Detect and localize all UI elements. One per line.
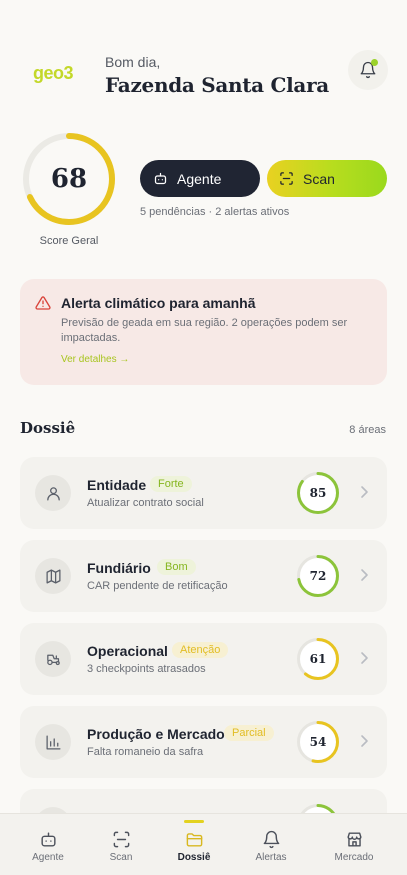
nav-label: Scan: [109, 852, 133, 863]
alert-details-link[interactable]: Ver detalhes →: [61, 354, 129, 365]
notification-dot: [371, 59, 378, 66]
dossie-card-subtitle: CAR pendente de retificação: [87, 580, 228, 592]
store-icon: [346, 831, 362, 847]
greeting: Bom dia,: [105, 54, 161, 70]
nav-item-agente[interactable]: Agente: [18, 814, 78, 875]
map-icon: [45, 568, 61, 584]
nav-item-mercado[interactable]: Mercado: [324, 814, 384, 875]
nav-label: Dossiê: [177, 852, 211, 863]
dossie-card-subtitle: 3 checkpoints atrasados: [87, 663, 206, 675]
notifications-button[interactable]: [348, 50, 388, 90]
nav-icon-wrap: [112, 829, 131, 849]
dossie-card-icon-wrap: [35, 724, 71, 760]
bar-chart-icon: [45, 734, 61, 750]
scan-button-label: Scan: [303, 170, 335, 187]
alert-body: Previsão de geada em sua região. 2 opera…: [61, 317, 348, 344]
dossie-card-icon-wrap: [35, 641, 71, 677]
tractor-icon: [46, 654, 60, 665]
robot-icon: [40, 831, 56, 847]
dossie-card-subtitle: Atualizar contrato social: [87, 497, 204, 509]
nav-label: Mercado: [334, 852, 374, 863]
header: geo3 Bom dia, Fazenda Santa Clara: [0, 0, 407, 120]
bell-icon: [263, 830, 279, 848]
nav-item-dossi[interactable]: Dossiê: [164, 814, 224, 875]
robot-icon: [154, 172, 167, 185]
warning-icon: [35, 296, 51, 310]
folder-icon: [186, 832, 202, 847]
status-badge: Bom: [157, 559, 196, 575]
logo-text: geo3: [33, 63, 74, 83]
nav-icon-wrap: [262, 829, 281, 849]
pending-summary: 5 pendências · 2 alertas ativos: [140, 206, 290, 218]
dossie-card-title: Fundiário: [87, 560, 151, 576]
bottom-nav: Agente Scan Dossiê Alertas Mercado: [0, 813, 407, 875]
dossie-card-score: 61: [309, 652, 327, 666]
dossie-card-subtitle: Falta romaneio da safra: [87, 746, 204, 758]
app-screen: geo3 Bom dia, Fazenda Santa Clara 68 Sco…: [0, 0, 407, 875]
dossie-card-score: 72: [309, 569, 327, 583]
nav-icon-wrap: [39, 829, 58, 849]
status-badge: Atenção: [172, 642, 229, 658]
score-gauge: 68: [21, 131, 117, 227]
dossie-title: Dossiê: [20, 419, 76, 437]
dossie-card-fundi-rio[interactable]: Fundiário Bom CAR pendente de retificação 7…: [20, 540, 387, 612]
chevron-right-icon: [361, 735, 368, 747]
dossie-card-title: Entidade: [87, 477, 147, 493]
score-label: Score Geral: [39, 235, 99, 247]
scan-icon: [113, 831, 129, 847]
chevron-right-icon: [361, 652, 368, 664]
active-tab-indicator: [184, 820, 204, 823]
nav-icon-wrap: [185, 829, 204, 849]
nav-label: Alertas: [255, 852, 287, 863]
nav-icon-wrap: [345, 829, 364, 849]
dossie-card-icon-wrap: [35, 558, 71, 594]
dossie-card-operacional[interactable]: Operacional Atenção 3 checkpoints atrasado…: [20, 623, 387, 695]
dossie-card-produ-o-e-mercado[interactable]: Produção e Mercado Parcial Falta romaneio …: [20, 706, 387, 778]
chevron-right-icon: [361, 569, 368, 581]
geo3-logo: geo3: [33, 63, 74, 83]
alert-title: Alerta climático para amanhã: [61, 295, 256, 311]
scan-icon: [280, 172, 293, 185]
dossie-card-score: 85: [309, 486, 327, 500]
score-value: 68: [50, 164, 88, 194]
dossie-count: 8 áreas: [349, 424, 386, 436]
nav-item-scan[interactable]: Scan: [91, 814, 151, 875]
person-icon: [46, 486, 60, 501]
dossie-card-title: Operacional: [87, 643, 168, 659]
dossie-card-title: Produção e Mercado: [87, 726, 225, 742]
scan-button[interactable]: Scan: [267, 160, 387, 197]
nav-item-alertas[interactable]: Alertas: [241, 814, 301, 875]
climate-alert-card[interactable]: Alerta climático para amanhã Previsão de…: [20, 279, 387, 385]
status-badge: Forte: [150, 476, 192, 492]
agent-button-label: Agente: [177, 170, 222, 187]
farm-name: Fazenda Santa Clara: [105, 73, 329, 97]
dossie-card-icon-wrap: [35, 475, 71, 511]
dossie-card-score: 54: [309, 735, 327, 749]
status-badge: Parcial: [224, 725, 274, 741]
dossie-card-entidade[interactable]: Entidade Forte Atualizar contrato social 85: [20, 457, 387, 529]
chevron-right-icon: [361, 486, 368, 498]
nav-label: Agente: [32, 852, 64, 863]
agent-button[interactable]: Agente: [140, 160, 260, 197]
